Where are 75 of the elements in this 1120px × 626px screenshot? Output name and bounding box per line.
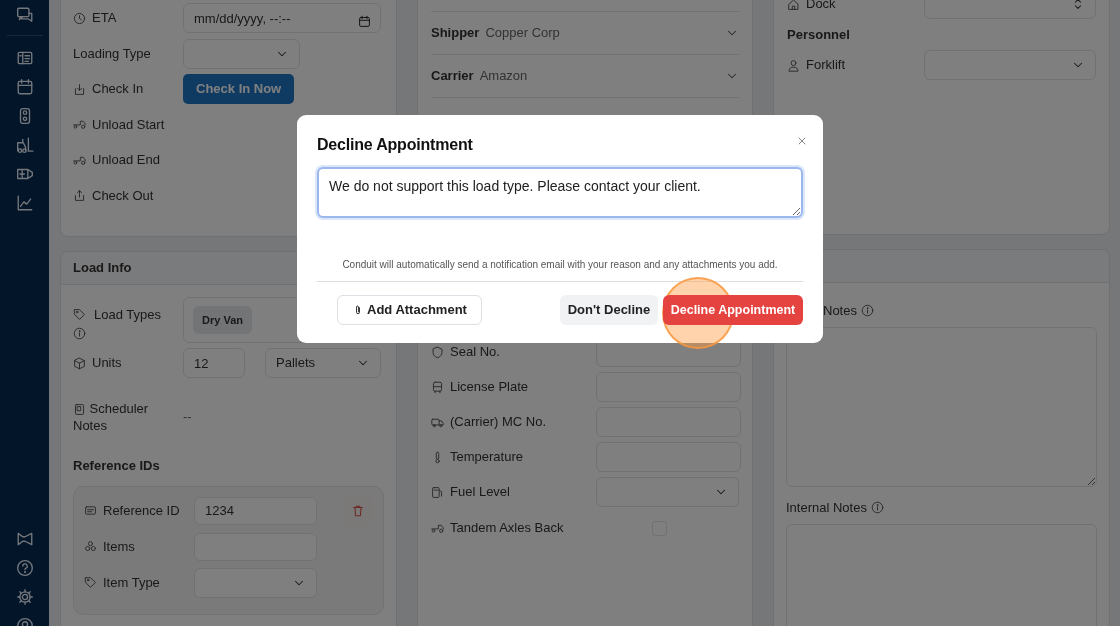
trash-icon: [351, 503, 365, 518]
fuel-pump-icon: [431, 485, 444, 499]
download-icon: [73, 82, 86, 96]
field-label: Carrier: [431, 68, 474, 84]
add-attachment-button[interactable]: Add Attachment: [337, 295, 482, 325]
field-label: Check In: [92, 80, 144, 99]
select-field[interactable]: [596, 477, 739, 507]
field-label: Tandem Axles Back: [450, 519, 564, 538]
field-label: Temperature: [450, 448, 523, 467]
info-icon: [73, 326, 86, 340]
field-label: Fuel Level: [450, 483, 510, 502]
field-label: Internal Notes: [786, 499, 867, 517]
notice-text: Conduit will automatically send a notification email with your reason and any attachments you add.: [341, 258, 779, 272]
unit-select[interactable]: Pallets: [265, 348, 381, 378]
shield-icon: [431, 345, 444, 359]
field-label: (Carrier) MC No.: [450, 413, 547, 432]
tag-icon: [84, 576, 97, 589]
field-label: ETA: [92, 9, 117, 28]
person-icon: [787, 58, 800, 72]
forklift-icon[interactable]: [15, 136, 34, 154]
check-in-button[interactable]: Check In Now: [183, 74, 295, 104]
field-label: Shipper: [431, 25, 480, 41]
dialog-title: Decline Appointment: [317, 135, 473, 155]
field-label: Check Out: [92, 186, 154, 205]
section-title: Reference IDs: [73, 458, 160, 473]
select-field[interactable]: [194, 567, 317, 598]
note-icon: [73, 403, 86, 417]
trailer-hitch-icon: [73, 155, 86, 165]
field-label: License Plate: [450, 378, 529, 397]
cubes-icon: [84, 540, 97, 553]
info-icon: [870, 501, 884, 515]
info-icon: [860, 304, 874, 318]
field-value: --: [183, 408, 192, 427]
field-value: Copper Corp: [485, 25, 560, 41]
dont-decline-button[interactable]: Don't Decline: [560, 295, 658, 325]
calendar-icon: [358, 15, 371, 29]
units-field[interactable]: 12: [183, 348, 245, 378]
section-title: Personnel: [787, 26, 850, 42]
ticket-icon[interactable]: [15, 49, 34, 67]
field-label: Load Types: [94, 306, 161, 324]
field-label: Forklift: [806, 56, 845, 75]
trailer-hitch-icon: [73, 120, 86, 129]
house-icon: [787, 0, 800, 11]
settings-icon[interactable]: [15, 588, 34, 606]
field-value: Amazon: [479, 68, 528, 84]
field-label: Seal No.: [450, 343, 500, 362]
clock-icon: [73, 11, 86, 25]
field-label: Unload Start: [92, 115, 165, 134]
upload-icon: [73, 189, 86, 202]
field-label: Item Type: [103, 573, 160, 592]
card-title: Load Info: [73, 259, 132, 278]
id-card-icon: [84, 504, 97, 517]
tag-chip: Dry Van: [193, 305, 252, 335]
trailer-hitch-icon: [431, 523, 444, 533]
select-field[interactable]: [183, 38, 300, 69]
chat-icon[interactable]: [15, 6, 34, 24]
field-label: Loading Type: [73, 44, 151, 63]
select-field[interactable]: [924, 50, 1096, 80]
date-time-field[interactable]: mm/dd/yyyy, --:--: [183, 3, 381, 33]
field-label: Scheduler Notes: [73, 401, 149, 433]
decline-button[interactable]: Decline Appointment: [663, 295, 803, 325]
help-icon[interactable]: [15, 559, 34, 577]
box-icon: [73, 356, 86, 370]
field-label: Reference ID: [103, 501, 180, 520]
field-label: Units: [92, 354, 122, 373]
calendar-icon[interactable]: [15, 78, 34, 96]
bus-icon: [431, 380, 444, 394]
field-label: Unload End: [92, 151, 160, 170]
field-label: Items: [103, 537, 135, 556]
line-chart-icon[interactable]: [15, 194, 34, 212]
field-label: Notes: [823, 302, 857, 320]
input-field[interactable]: 1234: [194, 496, 317, 525]
reason-field[interactable]: We do not support this load type. Please contact your client.: [317, 167, 803, 218]
tag-icon: [73, 308, 86, 322]
notes-field[interactable]: [786, 326, 1097, 487]
